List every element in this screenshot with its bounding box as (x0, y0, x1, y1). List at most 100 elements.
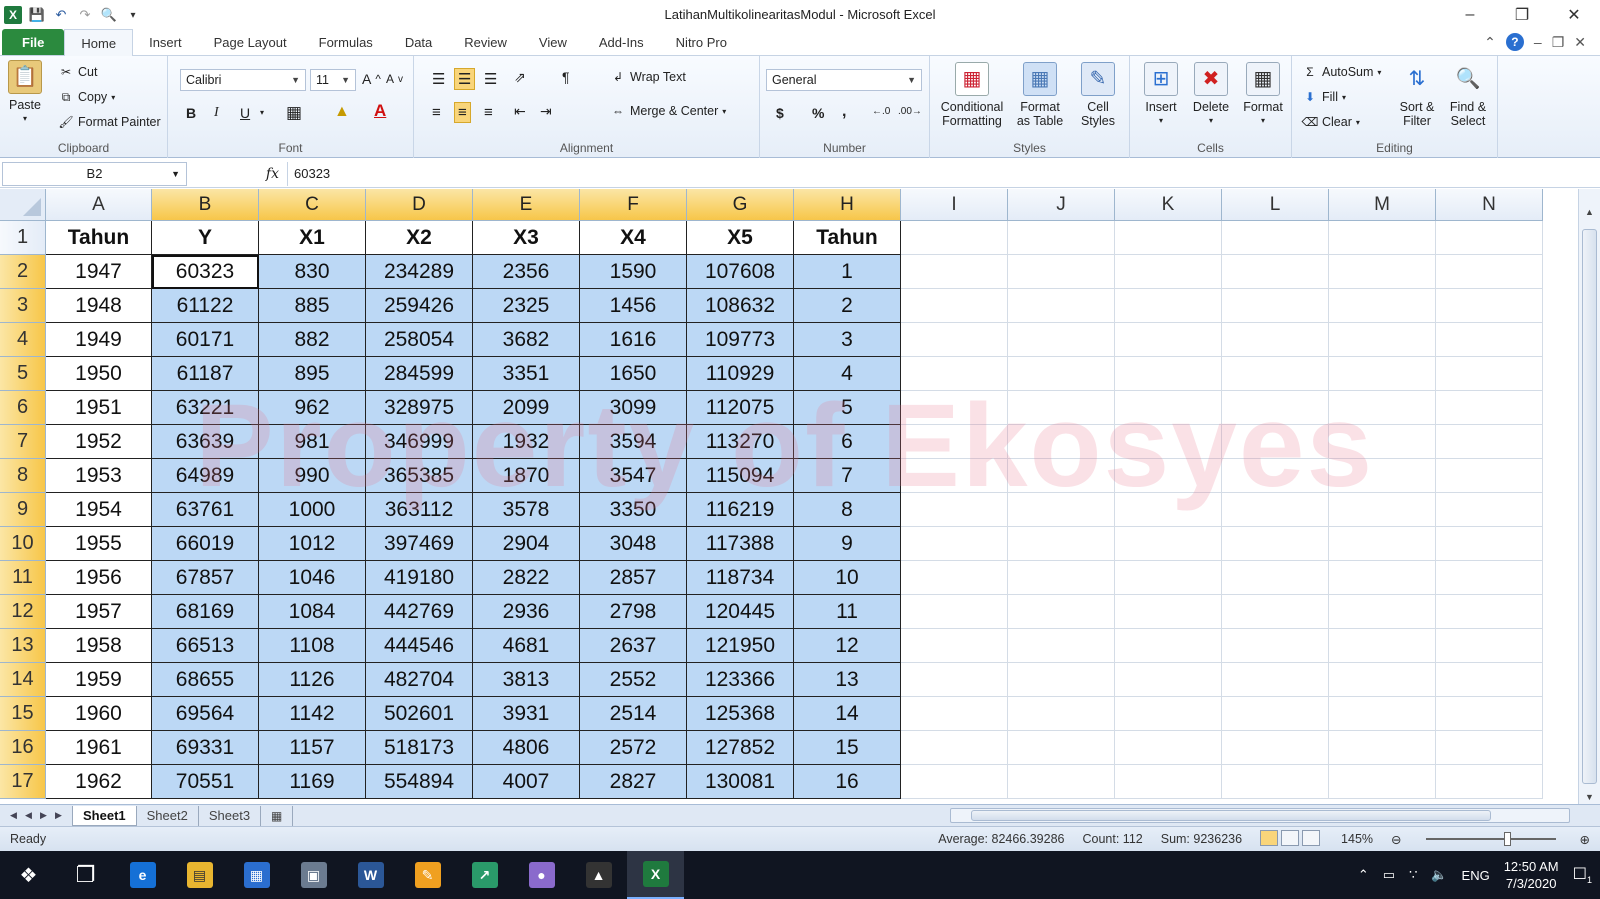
format-as-table-button[interactable]: ▦ Format as Table (1010, 62, 1070, 128)
empty-cell[interactable] (901, 765, 1008, 799)
fill-color-icon[interactable]: ▲ (334, 103, 350, 121)
data-cell[interactable]: 69564 (152, 697, 259, 731)
empty-cell[interactable] (1329, 663, 1436, 697)
empty-cell[interactable] (1222, 357, 1329, 391)
empty-cell[interactable] (1008, 221, 1115, 255)
row-header[interactable]: 8 (0, 459, 46, 493)
empty-cell[interactable] (1115, 289, 1222, 323)
empty-cell[interactable] (901, 391, 1008, 425)
empty-cell[interactable] (901, 459, 1008, 493)
data-cell[interactable]: 3099 (580, 391, 687, 425)
merge-center-button[interactable]: ⇔ Merge & Center ▾ (610, 103, 726, 119)
insert-function-button[interactable]: fx (187, 166, 287, 182)
next-sheet-icon[interactable]: ▶ (36, 810, 51, 821)
customize-qat-icon[interactable]: ▾ (124, 6, 142, 24)
task-view-icon[interactable]: ❐ (57, 851, 114, 899)
cell-styles-button[interactable]: ✎ Cell Styles (1070, 62, 1126, 128)
data-cell[interactable]: 3594 (580, 425, 687, 459)
delete-cells-button[interactable]: ✖ Delete ▾ (1188, 62, 1234, 128)
empty-cell[interactable] (1222, 663, 1329, 697)
scroll-up-icon[interactable]: ▲ (1585, 207, 1594, 217)
data-cell[interactable]: 130081 (687, 765, 794, 799)
data-cell[interactable]: 61122 (152, 289, 259, 323)
tab-review[interactable]: Review (448, 29, 523, 55)
empty-cell[interactable] (1436, 357, 1543, 391)
data-cell[interactable]: 108632 (687, 289, 794, 323)
row-header[interactable]: 1 (0, 221, 46, 255)
select-all-corner[interactable] (0, 189, 46, 221)
vertical-scroll-thumb[interactable] (1582, 229, 1597, 784)
empty-cell[interactable] (1008, 459, 1115, 493)
empty-cell[interactable] (1436, 425, 1543, 459)
conditional-formatting-button[interactable]: ▦ Conditional Formatting (934, 62, 1010, 128)
empty-cell[interactable] (1329, 527, 1436, 561)
empty-cell[interactable] (1436, 697, 1543, 731)
data-cell[interactable]: 234289 (366, 255, 473, 289)
data-cell[interactable]: 444546 (366, 629, 473, 663)
empty-cell[interactable] (901, 561, 1008, 595)
empty-cell[interactable] (1329, 561, 1436, 595)
row-header[interactable]: 3 (0, 289, 46, 323)
row-header[interactable]: 17 (0, 765, 46, 799)
data-cell[interactable]: 14 (794, 697, 901, 731)
data-cell[interactable]: 346999 (366, 425, 473, 459)
text-direction-icon[interactable]: ¶ (562, 69, 570, 85)
align-right-icon[interactable]: ≡ (484, 104, 493, 121)
cut-button[interactable]: ✂ Cut (58, 64, 97, 80)
empty-cell[interactable] (1008, 595, 1115, 629)
empty-cell[interactable] (1329, 697, 1436, 731)
zoom-slider[interactable] (1425, 832, 1556, 846)
tab-view[interactable]: View (523, 29, 583, 55)
font-size-combo[interactable]: 11 ▼ (310, 69, 356, 91)
column-header-m[interactable]: M (1329, 189, 1436, 221)
zoom-out-icon[interactable]: ⊖ (1391, 832, 1401, 847)
zoom-slider-knob[interactable] (1503, 832, 1511, 846)
data-cell[interactable]: 4 (794, 357, 901, 391)
header-cell[interactable]: X4 (580, 221, 687, 255)
minimize-icon[interactable]: – (1444, 0, 1496, 30)
empty-cell[interactable] (901, 289, 1008, 323)
column-header-g[interactable]: G (687, 189, 794, 221)
empty-cell[interactable] (1115, 357, 1222, 391)
empty-cell[interactable] (1008, 323, 1115, 357)
data-cell[interactable]: 12 (794, 629, 901, 663)
column-header-f[interactable]: F (580, 189, 687, 221)
collapse-ribbon-icon[interactable]: ⌃ (1484, 34, 1496, 51)
empty-cell[interactable] (1008, 493, 1115, 527)
photos-icon[interactable]: ▲ (570, 851, 627, 899)
empty-cell[interactable] (901, 697, 1008, 731)
data-cell[interactable]: 67857 (152, 561, 259, 595)
data-cell[interactable]: 1961 (46, 731, 152, 765)
first-sheet-icon[interactable]: ◀ (6, 810, 21, 821)
data-cell[interactable]: 2822 (473, 561, 580, 595)
orientation-icon[interactable]: ⇗ (514, 69, 526, 86)
data-cell[interactable]: 115094 (687, 459, 794, 493)
workbook-close-icon[interactable]: ✕ (1574, 34, 1586, 51)
normal-view-icon[interactable] (1260, 829, 1279, 846)
empty-cell[interactable] (901, 663, 1008, 697)
tab-formulas[interactable]: Formulas (303, 29, 389, 55)
empty-cell[interactable] (1222, 459, 1329, 493)
data-cell[interactable]: 64989 (152, 459, 259, 493)
data-cell[interactable]: 8 (794, 493, 901, 527)
row-header[interactable]: 6 (0, 391, 46, 425)
align-left-icon[interactable]: ≡ (432, 104, 441, 121)
data-cell[interactable]: 962 (259, 391, 366, 425)
empty-cell[interactable] (1222, 493, 1329, 527)
empty-cell[interactable] (1008, 289, 1115, 323)
undo-icon[interactable]: ↶ (52, 6, 70, 24)
tab-page-layout[interactable]: Page Layout (198, 29, 303, 55)
tab-file[interactable]: File (2, 29, 65, 55)
data-cell[interactable]: 502601 (366, 697, 473, 731)
data-cell[interactable]: 7 (794, 459, 901, 493)
data-cell[interactable]: 1949 (46, 323, 152, 357)
name-box[interactable]: B2 ▼ (2, 161, 187, 186)
autosum-button[interactable]: Σ AutoSum ▾ (1302, 64, 1381, 80)
data-cell[interactable]: 2798 (580, 595, 687, 629)
sheet-tab-sheet2[interactable]: Sheet2 (137, 805, 199, 826)
tab-nitro-pro[interactable]: Nitro Pro (660, 29, 743, 55)
data-cell[interactable]: 123366 (687, 663, 794, 697)
empty-cell[interactable] (1329, 595, 1436, 629)
data-cell[interactable]: 1108 (259, 629, 366, 663)
data-cell[interactable]: 1952 (46, 425, 152, 459)
